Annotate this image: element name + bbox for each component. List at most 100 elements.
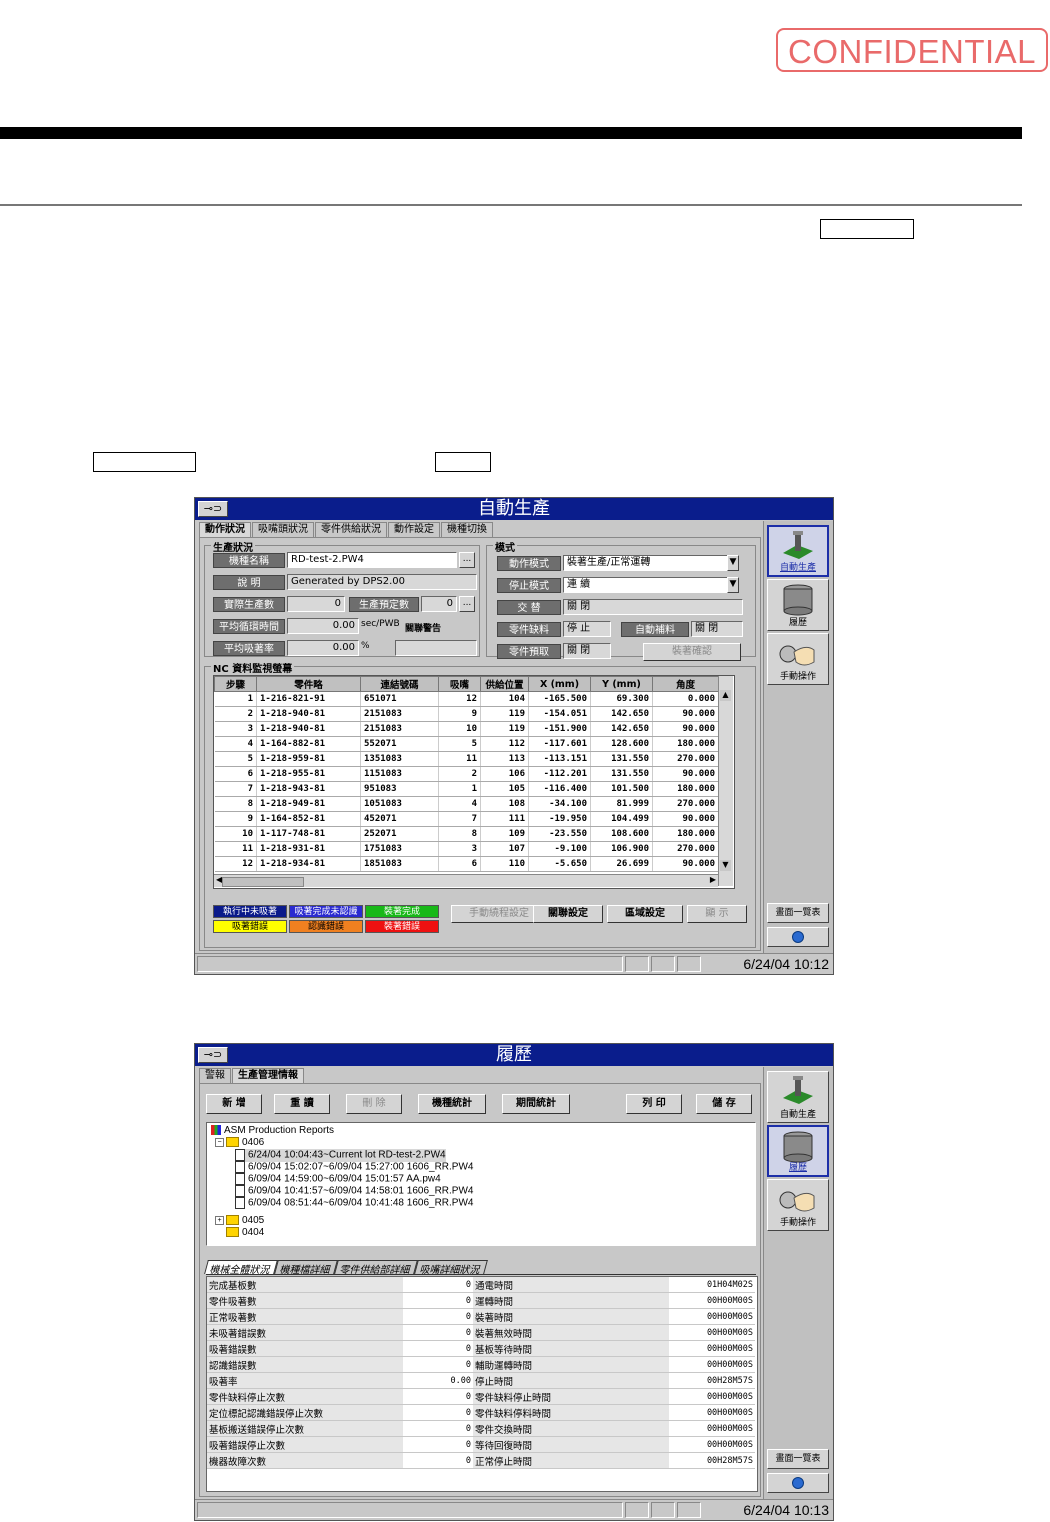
model-stats-button[interactable]: 機種統計: [418, 1094, 486, 1114]
collapse-icon[interactable]: −: [215, 1137, 224, 1147]
tree-lot-item[interactable]: 6/09/04 08:51:44~6/09/04 10:41:48 1606_R…: [235, 1197, 473, 1210]
globe-icon: [792, 930, 804, 943]
tree-lot-item[interactable]: 6/24/04 10:04:43~Current lot RD-test-2.P…: [235, 1149, 446, 1162]
tree-root[interactable]: ASM Production Reports: [211, 1125, 334, 1137]
document-icon: [235, 1173, 245, 1185]
pcb-name-field[interactable]: RD-test-2.PW4: [287, 552, 457, 568]
tree-lot-item[interactable]: 6/09/04 10:41:57~6/09/04 14:58:01 1606_R…: [235, 1185, 473, 1198]
subtab-nozzle-detail[interactable]: 吸嘴詳細狀況: [414, 1260, 488, 1276]
subtab-feeder-detail[interactable]: 零件供給部詳細: [334, 1260, 418, 1276]
skip-setting-button[interactable]: 關聯設定: [533, 905, 603, 923]
status-cell: [197, 956, 623, 972]
nc-table-cell: 9: [438, 706, 481, 722]
globe-button[interactable]: [767, 1473, 829, 1493]
nc-column-header[interactable]: 角度: [652, 676, 719, 692]
nc-table-row[interactable]: 6 1-218-955-81 1151083 2 106 -112.201 131.550 9…: [214, 766, 719, 782]
nc-table-cell: 552071: [360, 736, 439, 752]
tab-nozzle-status[interactable]: 吸嘴頭狀況: [252, 522, 314, 537]
save-button[interactable]: 儲 存: [696, 1094, 752, 1114]
nc-table-row[interactable]: 10 1-117-748-81 252071 8 109 -23.550 108.600 18…: [214, 826, 719, 842]
vertical-scrollbar[interactable]: ▲ ▼: [718, 676, 733, 886]
globe-button[interactable]: [767, 927, 829, 947]
nc-column-header[interactable]: 吸嘴: [438, 676, 481, 692]
nc-table-cell: 1: [438, 781, 481, 797]
area-setting-button[interactable]: 區域設定: [607, 905, 683, 923]
nc-table-row[interactable]: 9 1-164-852-81 452071 7 111 -19.950 104.499 90.…: [214, 811, 719, 827]
nc-column-header[interactable]: X (mm): [528, 676, 591, 692]
subtab-machine-overall[interactable]: 機械全體狀況: [204, 1260, 278, 1276]
history-nav[interactable]: 履歷: [767, 579, 829, 631]
chevron-down-icon[interactable]: ▼: [727, 577, 739, 593]
scroll-right-icon[interactable]: ▶: [710, 875, 716, 884]
nc-table-row[interactable]: 12 1-218-934-81 1851083 6 110 -5.650 26.699 90.…: [214, 856, 719, 872]
history-nav[interactable]: 履歷: [767, 1125, 829, 1177]
history-window: ⊸⊃ 履歷 警報 生產管理情報 新 增 重 讀 刪 除 機種統計 期間統計 列 …: [194, 1043, 834, 1521]
percent-unit: %: [361, 641, 370, 651]
manual-operation-nav[interactable]: 手動操作: [767, 633, 829, 685]
scroll-thumb[interactable]: [222, 877, 304, 887]
nc-table-row[interactable]: 2 1-218-940-81 2151083 9 119 -154.051 142.650 9…: [214, 706, 719, 722]
tab-operation-status[interactable]: 動作狀況: [199, 522, 251, 537]
new-button[interactable]: 新 增: [206, 1094, 262, 1114]
tree-folder-0406[interactable]: − 0406: [215, 1137, 264, 1149]
period-stats-button[interactable]: 期間統計: [502, 1094, 570, 1114]
nc-table-row[interactable]: 5 1-218-959-81 1351083 11 113 -113.151 131.550…: [214, 751, 719, 767]
nc-table-row[interactable]: 8 1-218-949-81 1051083 4 108 -34.100 81.999 270…: [214, 796, 719, 812]
manual-operation-nav[interactable]: 手動操作: [767, 1179, 829, 1231]
stats-row: 未吸著錯誤數 0 裝著無效時間 00H00M00S: [207, 1324, 755, 1341]
scroll-down-icon[interactable]: ▼: [720, 860, 731, 871]
mount-confirm-button[interactable]: 裝著確認: [643, 643, 741, 661]
stat-value: 0: [403, 1277, 473, 1293]
nc-table-cell: 0.000: [652, 691, 719, 707]
nc-table-row[interactable]: 4 1-164-882-81 552071 5 112 -117.601 128.600 18…: [214, 736, 719, 752]
horizontal-scrollbar[interactable]: ◀ ▶: [214, 874, 718, 887]
nc-column-header[interactable]: 供給位置: [480, 676, 529, 692]
group-title: NC 資料監視螢幕: [211, 660, 295, 675]
nc-table-row[interactable]: 1 1-216-821-91 651071 12 104 -165.500 69.300 0.…: [214, 691, 719, 707]
nc-table-cell: 452071: [360, 811, 439, 827]
tree-folder-0405[interactable]: +0405: [215, 1215, 264, 1227]
planned-count-value[interactable]: 0: [421, 596, 457, 612]
stat-value: 01H04M02S: [669, 1277, 755, 1293]
stop-mode-select[interactable]: 連 續: [563, 577, 729, 593]
tab-alarm[interactable]: 警報: [199, 1068, 231, 1083]
planned-browse-button[interactable]: ...: [459, 596, 475, 612]
subtab-model-detail[interactable]: 機種檔詳細: [274, 1260, 338, 1276]
auto-production-nav[interactable]: 自動生產: [767, 525, 829, 577]
nc-column-header[interactable]: 步驟: [214, 676, 257, 692]
print-button[interactable]: 列 印: [626, 1094, 682, 1114]
browse-button[interactable]: ...: [459, 552, 475, 568]
scroll-up-icon[interactable]: ▲: [720, 690, 731, 701]
side-nav: 自動生產 履歷 手動操作 畫面一覽表: [763, 1067, 833, 1501]
tree-lot-item[interactable]: 6/09/04 14:59:00~6/09/04 15:01:57 AA.pw4: [235, 1173, 441, 1186]
screen-list-button[interactable]: 畫面一覽表: [767, 1449, 829, 1469]
tab-model-switch[interactable]: 機種切換: [441, 522, 493, 537]
stats-row: 基板搬送錯誤停止次數 0 零件交換時間 00H00M00S: [207, 1420, 755, 1437]
nc-table-cell: -9.100: [528, 841, 591, 857]
nc-table-row[interactable]: 11 1-218-931-81 1751083 3 107 -9.100 106.900 27…: [214, 841, 719, 857]
nc-column-header[interactable]: 連結號碼: [360, 676, 439, 692]
tab-production-info[interactable]: 生產管理情報: [232, 1068, 304, 1083]
document-icon: [235, 1185, 245, 1197]
tab-operation-settings[interactable]: 動作設定: [388, 522, 440, 537]
tab-feeder-status[interactable]: 零件供給狀況: [315, 522, 387, 537]
expand-icon[interactable]: +: [215, 1215, 224, 1225]
nav-label: 自動生產: [779, 1110, 816, 1120]
chevron-down-icon[interactable]: ▼: [727, 555, 739, 571]
nc-column-header[interactable]: 零件略: [256, 676, 361, 692]
tree-lot-item[interactable]: 6/09/04 15:02:07~6/09/04 15:27:00 1606_R…: [235, 1161, 473, 1174]
nc-table-cell: 111: [480, 811, 529, 827]
stat-value: 0: [403, 1388, 473, 1405]
delete-button[interactable]: 刪 除: [346, 1094, 402, 1114]
op-mode-select[interactable]: 裝著生產/正常運轉: [563, 555, 729, 571]
tree-folder-0404[interactable]: 0404: [215, 1227, 264, 1239]
nc-column-header[interactable]: Y (mm): [590, 676, 653, 692]
screen-list-button[interactable]: 畫面一覽表: [767, 903, 829, 923]
hand-pointer-icon: [779, 645, 815, 666]
display-button[interactable]: 顯 示: [687, 905, 747, 923]
nc-table-row[interactable]: 3 1-218-940-81 2151083 10 119 -151.900 142.650…: [214, 721, 719, 737]
stat-value: 0: [403, 1356, 473, 1373]
reload-button[interactable]: 重 讀: [274, 1094, 330, 1114]
auto-production-nav[interactable]: 自動生產: [767, 1071, 829, 1123]
nc-table-row[interactable]: 7 1-218-943-81 951083 1 105 -116.400 101.500 18…: [214, 781, 719, 797]
